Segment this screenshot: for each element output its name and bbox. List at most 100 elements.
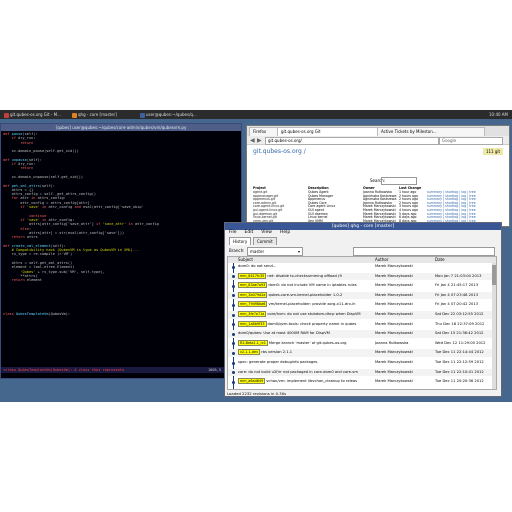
commit-subject-text: rbs version 2.1.1 xyxy=(261,350,293,355)
commit-author: Marek Marczykowski xyxy=(375,331,413,336)
commit-subject: dom0: do not send... xyxy=(238,263,373,271)
commit-row[interactable]: core: do not build u2f/rr not packaged i… xyxy=(228,368,496,377)
branch-bar: Branch: master ▾ xyxy=(225,246,501,256)
commit-row[interactable]: mm_1a8b9f33 dom0/qvm-tools: check propert… xyxy=(228,320,496,329)
commit-dot xyxy=(232,371,235,375)
search-box[interactable]: Google xyxy=(439,137,503,145)
tab-history[interactable]: History xyxy=(229,237,252,245)
graph-node xyxy=(230,378,236,386)
browser-navbar: ◀ ▶ git.qubes-os.org/ Google xyxy=(247,136,509,145)
commit-row[interactable]: v2.1.1-dev rbs version 2.1.1 Marek Marczyk… xyxy=(228,349,496,357)
commit-row[interactable]: R2-Beta1.1_rc1 Merge branch 'master' of g… xyxy=(228,339,496,348)
browser-window[interactable]: Firefox git.qubes-os.org Git Active Ticket… xyxy=(246,125,510,227)
code-token: 'save' xyxy=(26,205,42,210)
menu-item[interactable]: Help xyxy=(280,230,290,235)
commit-subject-text: spec: generate proper debuginfo packages xyxy=(238,360,318,364)
commit-subject-text: vchan/vm: implement libvchan_cleanup to … xyxy=(266,379,358,384)
code-token: rx_type = re.compile (r'VM') xyxy=(3,252,73,257)
commit-dot xyxy=(232,361,235,365)
url-bar[interactable]: git.qubes-os.org/ xyxy=(265,137,439,145)
commit-subject-text: core/hvm: do not use stubdom-dhcp when D… xyxy=(267,312,361,316)
commit-date: Tue Dec 11 22:12:59 2012 xyxy=(435,360,484,364)
commit-tag: mm_83ae7a93 xyxy=(238,282,268,289)
scrollbar-thumb[interactable] xyxy=(492,265,496,285)
code-token: (self): xyxy=(39,183,55,188)
commit-subject: spec: generate proper debuginfo packages xyxy=(238,359,373,367)
history-filter-input[interactable] xyxy=(353,247,495,256)
commit-subject-text: dom0/qubes: Use at most 4000M RAM for Di… xyxy=(238,331,330,336)
qgit-status: Loaded 2232 revisions in 0.30s xyxy=(227,391,287,396)
menu-item[interactable]: View xyxy=(261,230,272,235)
commit-author: Marek Marczykowski xyxy=(375,273,413,278)
commit-author: Marek Marczykowski xyxy=(375,292,413,297)
commit-date: Fri Jan 4 21:45:17 2013 xyxy=(435,283,479,288)
commit-date: Wed Dec 12 11:29:00 2012 xyxy=(435,340,486,345)
commit-subject: mm_83ae7a93 dom0: do not include VM name … xyxy=(238,282,373,290)
code-token: return xyxy=(11,278,27,283)
qgit-window[interactable]: [qubes] qhg - core [master] File Edit View… xyxy=(224,222,502,397)
qgit-menubar: File Edit View Help xyxy=(225,230,501,236)
forward-icon[interactable]: ▶ xyxy=(257,136,262,145)
code-area[interactable]: def pause(self): if dry_run: return xc.d… xyxy=(3,132,241,317)
branch-select[interactable]: master ▾ xyxy=(247,247,303,256)
commit-date: Tue Dec 11 20:20:36 2012 xyxy=(435,379,484,384)
commit-subject: mm_79d98ba6 vm/kernel-placeholder: provid… xyxy=(238,301,373,309)
commit-subject-text: Merge branch 'master' of git.qubes-os.or… xyxy=(268,340,347,345)
branch-label: Branch: xyxy=(229,248,245,253)
commit-dot xyxy=(232,313,235,317)
commit-row[interactable]: mm_a6ad649 vchan/vm: implement libvchan_c… xyxy=(228,378,496,386)
code-token: return xyxy=(11,235,27,240)
commit-dot xyxy=(232,265,235,269)
taskbar-item[interactable]: qhg - core [master] xyxy=(70,111,136,118)
taskbar-item-label: qhg - core [master] xyxy=(78,112,117,117)
commit-row[interactable]: mm_3b079d2a qubes-core-vm-kernel-placehol… xyxy=(228,291,496,300)
commit-subject: mm_1a8b9f33 dom0/qvm-tools: check propert… xyxy=(238,320,373,329)
history-scrollbar[interactable] xyxy=(492,263,496,389)
commit-row[interactable]: mm_83ae7a93 dom0: do not include VM name … xyxy=(228,282,496,290)
commit-author: Marek Marczykowski xyxy=(375,369,413,374)
commit-row[interactable]: mm_3fe7e71a core/hvm: do not use stubdom-… xyxy=(228,311,496,319)
code-token: + rx_type.sub('VM', self.type), xyxy=(37,269,105,274)
menu-item[interactable]: File xyxy=(229,230,237,235)
menu-item[interactable]: Edit xyxy=(245,230,254,235)
commit-subject-text: dom0: do not send... xyxy=(238,264,277,268)
graph-node xyxy=(230,273,236,281)
commit-row[interactable]: dom0/qubes: Use at most 4000M RAM for Di… xyxy=(228,330,496,338)
commit-dot xyxy=(232,303,235,307)
commit-date: Sat Dec 22 03:12:55 2012 xyxy=(435,312,484,316)
editor-command-line[interactable]: <class QubesTemplateVm(QubesVm): A class… xyxy=(1,367,241,373)
code-token: return xyxy=(20,140,34,145)
graph-node xyxy=(230,330,236,338)
terminal-editor-window[interactable]: [qubes] user@qubes:~/qubes/core-admin/qu… xyxy=(0,123,242,379)
commit-subject: mm_3fe7e71a core/hvm: do not use stubdom-… xyxy=(238,311,373,319)
browser-tab[interactable]: git.qubes-os.org Git xyxy=(277,127,383,136)
code-token: eval(attr_config['save_skip' xyxy=(83,205,144,210)
code-token: (QubesVm): xyxy=(48,312,71,317)
commit-subject: dom0/qubes: Use at most 4000M RAM for Di… xyxy=(238,330,373,338)
taskbar-item[interactable]: git.qubes-os.org Git - M... xyxy=(2,111,68,118)
code-token: attr_config xyxy=(135,222,159,227)
browser-tab[interactable]: Active Tickets by Mileston... xyxy=(377,127,485,136)
back-icon[interactable]: ◀ xyxy=(250,136,255,145)
commit-row[interactable]: mm_79d98ba6 vm/kernel-placeholder: provid… xyxy=(228,301,496,309)
commit-row[interactable]: dom0: do not send... Marek Marczykowski xyxy=(228,263,496,271)
commit-tag: R2-Beta1.1_rc1 xyxy=(238,339,268,346)
clock[interactable]: 10:40 AM xyxy=(487,111,508,118)
graph-node xyxy=(230,359,236,367)
commit-date: Tue Dec 11 22:14:44 2012 xyxy=(435,350,484,355)
cursor-position: 1005,5 xyxy=(208,368,221,372)
commit-subject: mm_3b079d2a qubes-core-vm-kernel-placehol… xyxy=(238,291,373,300)
commit-row[interactable]: spec: generate proper debuginfo packages… xyxy=(228,359,496,367)
taskbar-item[interactable]: user@qubes:~/qubes/q... xyxy=(138,111,204,118)
tab-commit[interactable]: Commit xyxy=(253,237,277,245)
history-table[interactable]: Subject Author Date dom0: do not send... Ma… xyxy=(227,256,497,390)
browser-tab-bar: Firefox git.qubes-os.org Git Active Ticket… xyxy=(247,126,509,136)
commit-author: Marek Marczykowski xyxy=(375,321,413,326)
page-title[interactable]: git.qubes-os.org / xyxy=(253,148,306,155)
qgit-title: [qubes] qhg - core [master] xyxy=(225,223,501,230)
commit-tag: mm_1a8b9f33 xyxy=(238,320,267,327)
graph-node xyxy=(230,292,236,300)
commit-row[interactable]: mm_8417fc35 net: disable tx-checksumming … xyxy=(228,272,496,281)
project-search-input[interactable] xyxy=(381,177,417,185)
